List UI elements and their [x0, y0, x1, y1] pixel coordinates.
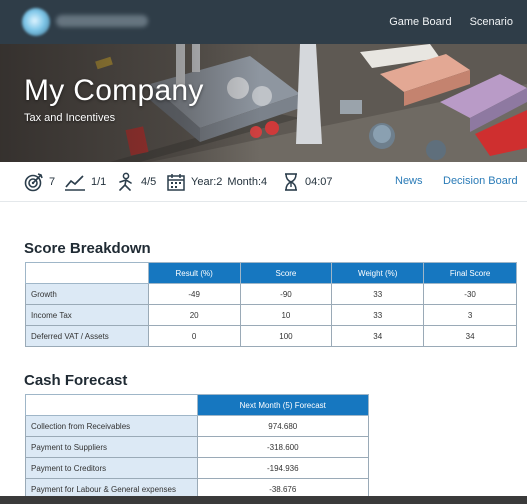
row-label: Deferred VAT / Assets — [25, 325, 149, 347]
team-icon — [119, 172, 132, 191]
target-icon — [24, 173, 43, 192]
stat-month: Month:4 — [227, 176, 268, 188]
row-label: Payment to Creditors — [25, 457, 198, 479]
decision-board-link[interactable]: Decision Board — [443, 175, 518, 187]
table-header-row: Next Month (5) Forecast — [25, 394, 370, 416]
stat-team: 4/5 — [116, 172, 156, 192]
status-bar: 7 1/1 4/5 Year:2 Month:4 04:07 News Deci… — [0, 162, 527, 202]
table-cell: 3 — [423, 304, 517, 326]
top-nav-bar: Game Board Scenario — [0, 0, 527, 44]
row-label: Payment to Suppliers — [25, 436, 198, 458]
hero-banner: My Company Tax and Incentives — [0, 44, 527, 162]
table-row: Growth -49 -90 33 -30 — [25, 283, 517, 305]
table-header-blank — [25, 262, 149, 284]
row-label: Growth — [25, 283, 149, 305]
stat-targets: 7 — [24, 172, 55, 192]
table-cell: 10 — [239, 304, 333, 326]
table-cell: -318.600 — [196, 436, 370, 458]
brand-name-blurred — [56, 15, 148, 27]
app-logo[interactable] — [22, 8, 50, 36]
row-label: Collection from Receivables — [25, 415, 198, 437]
stat-year: Year:2 — [191, 176, 223, 188]
row-label: Income Tax — [25, 304, 149, 326]
stat-targets-value: 7 — [49, 176, 56, 188]
table-cell: -194.936 — [196, 457, 370, 479]
table-cell: -30 — [423, 283, 517, 305]
table-row: Deferred VAT / Assets 0 100 34 34 — [25, 325, 517, 347]
stat-time-value: 04:07 — [305, 176, 333, 188]
table-cell: 100 — [239, 325, 333, 347]
table-header-blank — [25, 394, 198, 416]
table-row: Income Tax 20 10 33 3 — [25, 304, 517, 326]
table-row: Payment to Creditors -194.936 — [25, 457, 370, 479]
trend-chart-icon — [65, 175, 85, 191]
top-nav: Game Board Scenario — [389, 0, 513, 44]
news-link[interactable]: News — [395, 175, 423, 187]
table-cell: 34 — [423, 325, 517, 347]
table-cell: 20 — [147, 304, 241, 326]
table-cell: 0 — [147, 325, 241, 347]
bottom-edge — [0, 496, 527, 504]
table-cell: -90 — [239, 283, 333, 305]
stat-date: Year:2 Month:4 — [166, 172, 267, 192]
hourglass-icon — [285, 173, 297, 191]
table-cell: 33 — [331, 304, 425, 326]
stat-team-value: 4/5 — [141, 176, 157, 188]
nav-scenario[interactable]: Scenario — [470, 16, 513, 28]
table-cell: 33 — [331, 283, 425, 305]
stat-time: 04:07 — [282, 172, 333, 192]
nav-game-board[interactable]: Game Board — [389, 16, 451, 28]
table-header-row: Result (%) Score Weight (%) Final Score — [25, 262, 517, 284]
table-cell: 34 — [331, 325, 425, 347]
table-header-cell: Weight (%) — [331, 262, 425, 284]
stat-trend-value: 1/1 — [91, 176, 107, 188]
table-row: Collection from Receivables 974.680 — [25, 415, 370, 437]
score-breakdown-table: Result (%) Score Weight (%) Final Score … — [25, 262, 517, 347]
cash-forecast-title: Cash Forecast — [24, 372, 128, 389]
table-header-cell: Next Month (5) Forecast — [196, 394, 370, 416]
stat-trend: 1/1 — [64, 172, 106, 192]
table-cell: -49 — [147, 283, 241, 305]
table-row: Payment to Suppliers -318.600 — [25, 436, 370, 458]
table-header-cell: Final Score — [423, 262, 517, 284]
company-subtitle: Tax and Incentives — [24, 112, 116, 124]
score-breakdown-title: Score Breakdown — [24, 240, 151, 257]
calendar-icon — [167, 174, 185, 191]
table-cell: 974.680 — [196, 415, 370, 437]
table-header-cell: Score — [239, 262, 333, 284]
cash-forecast-table: Next Month (5) Forecast Collection from … — [25, 394, 370, 500]
company-name: My Company — [24, 74, 204, 107]
table-header-cell: Result (%) — [147, 262, 241, 284]
